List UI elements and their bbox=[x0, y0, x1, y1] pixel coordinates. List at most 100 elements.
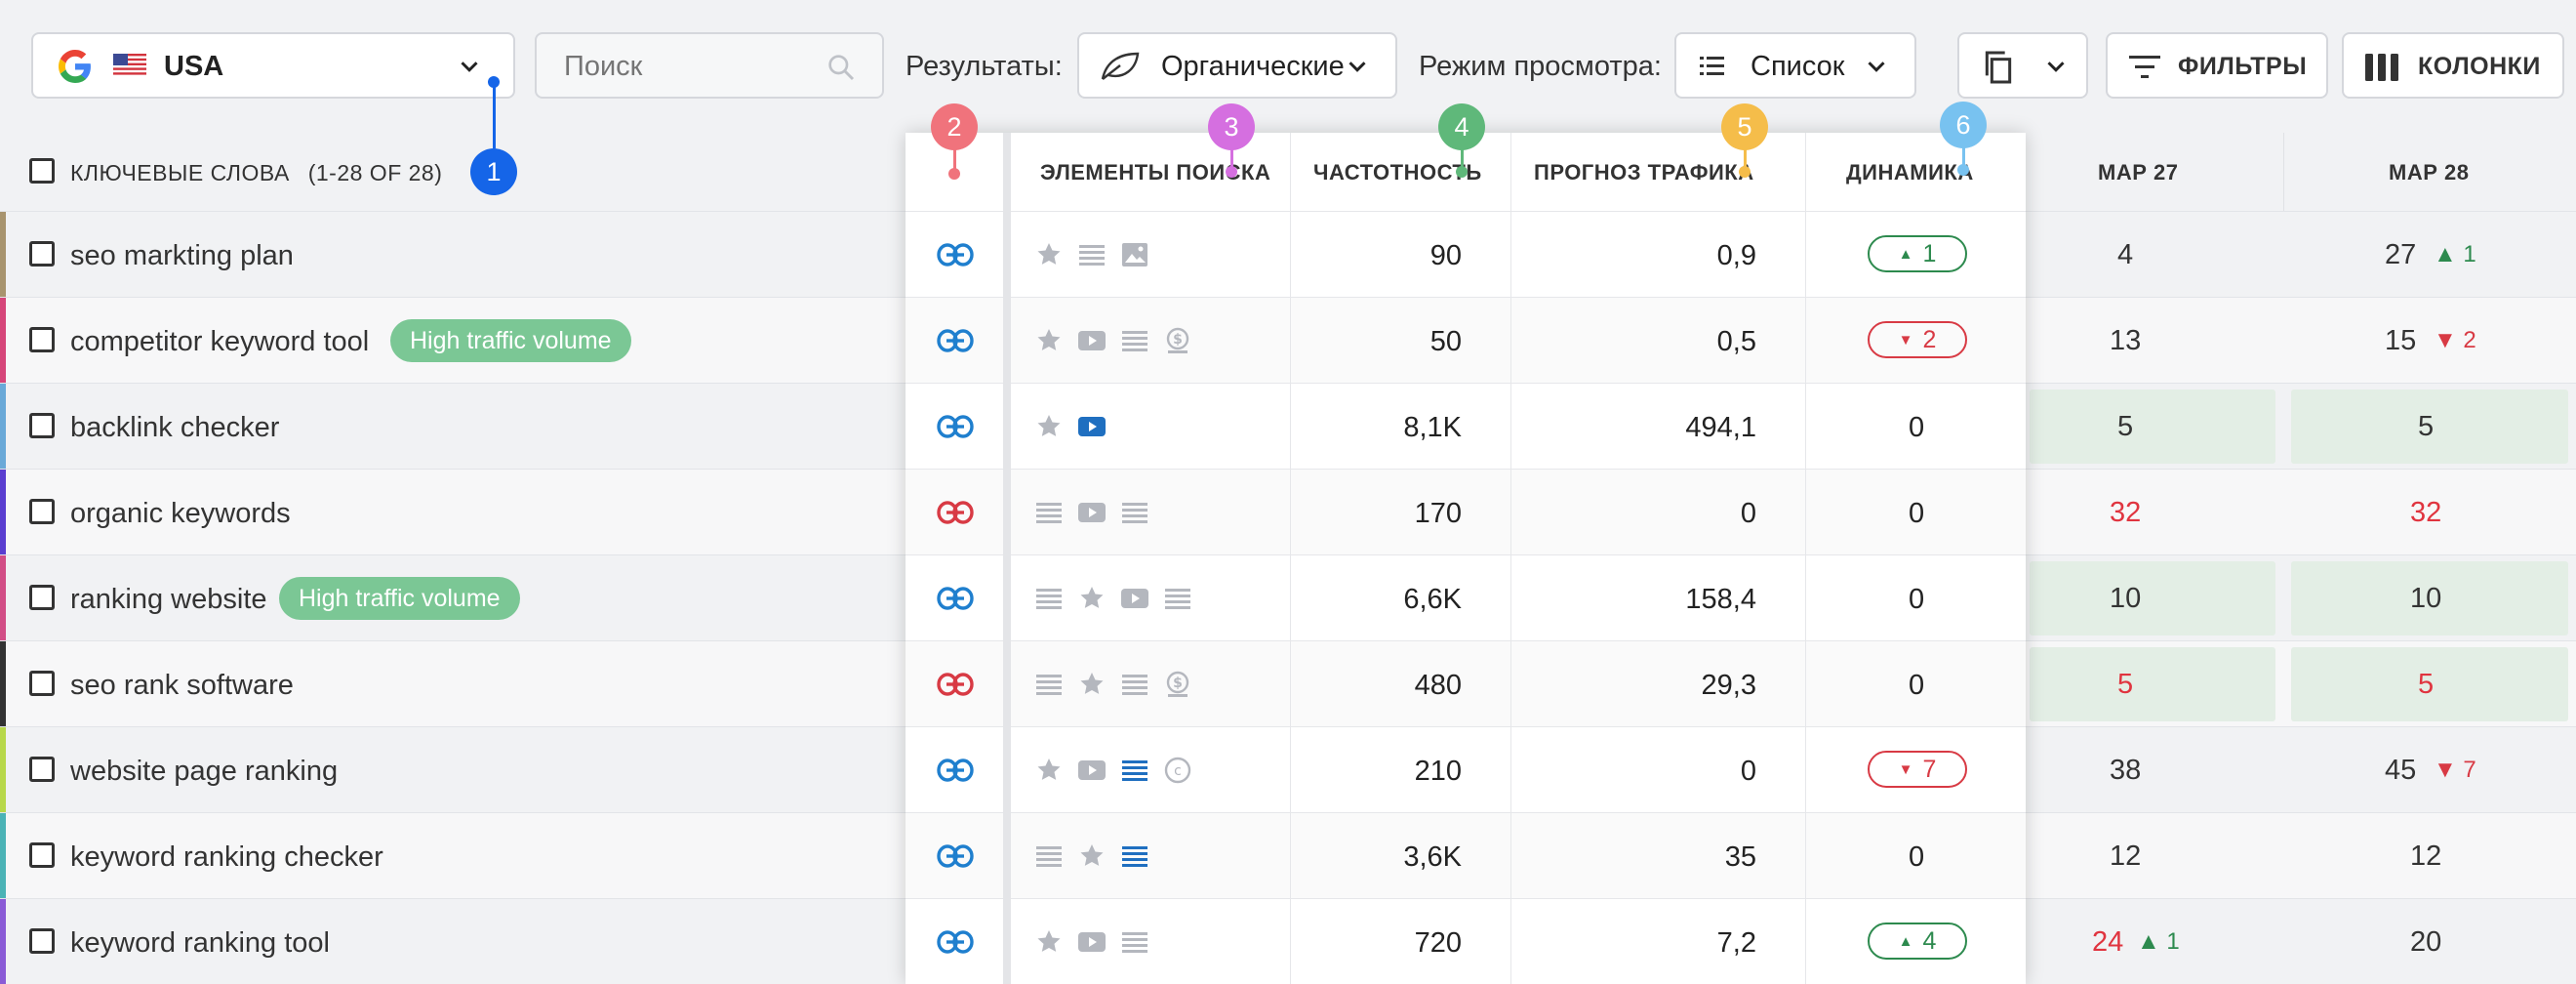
video-icon bbox=[1078, 932, 1106, 952]
link-icon[interactable] bbox=[937, 928, 974, 956]
traffic-forecast-value: 158,4 bbox=[1685, 584, 1756, 615]
list-icon bbox=[1700, 57, 1724, 75]
star-icon bbox=[1037, 415, 1061, 436]
traffic-forecast-value: 7,2 bbox=[1716, 927, 1756, 959]
row-color-bar bbox=[0, 555, 6, 641]
keyword-text[interactable]: keyword ranking checker bbox=[70, 841, 383, 874]
date-header-mar28[interactable]: МАР 28 bbox=[2389, 160, 2469, 185]
columns-button[interactable]: КОЛОНКИ bbox=[2342, 32, 2564, 99]
row-checkbox[interactable] bbox=[29, 413, 55, 438]
dollar-icon: $ bbox=[1166, 671, 1189, 697]
position-mar27: 5 bbox=[2117, 669, 2134, 700]
keyword-text[interactable]: website page ranking bbox=[70, 756, 338, 788]
annotation-marker-3: 3 bbox=[1208, 103, 1255, 150]
row-checkbox[interactable] bbox=[29, 327, 55, 352]
chevron-down-icon bbox=[1348, 62, 1366, 72]
marker-dot bbox=[1739, 166, 1751, 178]
star-icon bbox=[1080, 587, 1104, 608]
keyword-text[interactable]: seo rank software bbox=[70, 670, 294, 702]
position-mar27: 13 bbox=[2110, 325, 2142, 356]
position-mar28: 5 bbox=[2418, 411, 2435, 442]
text-lines-icon bbox=[1036, 589, 1062, 609]
keyword-text[interactable]: keyword ranking tool bbox=[70, 927, 330, 960]
position-mar28: 32 bbox=[2410, 497, 2442, 528]
keywords-header[interactable]: КЛЮЧЕВЫЕ СЛОВА (1-28 OF 28) bbox=[70, 160, 442, 186]
position-mar27: 12 bbox=[2110, 840, 2142, 872]
date-header-mar27[interactable]: МАР 27 bbox=[2098, 160, 2178, 185]
text-lines-icon bbox=[1036, 846, 1062, 867]
high-traffic-badge: High traffic volume bbox=[390, 319, 631, 362]
copy-dropdown-button[interactable] bbox=[1957, 32, 2088, 99]
search-box[interactable] bbox=[535, 32, 884, 99]
keyword-text[interactable]: competitor keyword tool bbox=[70, 326, 369, 358]
arrow-down-icon: ▼ bbox=[1898, 331, 1913, 348]
text-lines-icon bbox=[1122, 503, 1147, 523]
dollar-icon: $ bbox=[1166, 327, 1189, 353]
star-icon bbox=[1037, 930, 1061, 952]
row-color-bar bbox=[0, 384, 6, 470]
country-select[interactable]: USA bbox=[31, 32, 515, 99]
toolbar: USA Результаты: Органические Режим просм… bbox=[0, 0, 2576, 133]
position-change-down: ▼ 7 bbox=[2434, 757, 2476, 783]
link-icon[interactable] bbox=[937, 757, 974, 784]
row-checkbox[interactable] bbox=[29, 585, 55, 610]
columns-label: КОЛОНКИ bbox=[2418, 53, 2541, 80]
select-all-checkbox[interactable] bbox=[29, 158, 55, 184]
panel-divider bbox=[1003, 133, 1011, 984]
dynamics-header[interactable]: ДИНАМИКА bbox=[1846, 160, 1974, 185]
row-checkbox[interactable] bbox=[29, 757, 55, 782]
link-icon[interactable] bbox=[937, 499, 974, 526]
link-icon[interactable] bbox=[937, 327, 974, 354]
link-icon[interactable] bbox=[937, 585, 974, 612]
annotation-marker-2: 2 bbox=[931, 103, 978, 150]
usa-flag-icon bbox=[113, 54, 146, 77]
dynamics-value: 0 bbox=[1909, 498, 1925, 529]
video-icon bbox=[1078, 417, 1106, 436]
metrics-row: 8,1K 494,1 0 bbox=[906, 383, 2026, 469]
keyword-text[interactable]: backlink checker bbox=[70, 412, 279, 444]
row-checkbox[interactable] bbox=[29, 241, 55, 266]
header-divider bbox=[2283, 133, 2284, 211]
arrow-down-icon: ▼ bbox=[1898, 760, 1913, 778]
position-mar27: 32 bbox=[2110, 497, 2142, 528]
link-icon[interactable] bbox=[937, 842, 974, 870]
view-mode-select[interactable]: Список bbox=[1674, 32, 1916, 99]
frequency-value: 210 bbox=[1414, 756, 1462, 787]
traffic-forecast-value: 35 bbox=[1724, 841, 1756, 873]
filters-button[interactable]: ФИЛЬТРЫ bbox=[2106, 32, 2328, 99]
link-icon[interactable] bbox=[937, 413, 974, 440]
row-color-bar bbox=[0, 298, 6, 384]
position-mar27: 4 bbox=[2117, 239, 2134, 270]
column-divider bbox=[1510, 133, 1511, 984]
country-value: USA bbox=[164, 51, 224, 82]
text-lines-icon bbox=[1122, 675, 1147, 695]
traffic-forecast-header[interactable]: ПРОГНОЗ ТРАФИКА bbox=[1534, 160, 1754, 185]
video-icon bbox=[1078, 503, 1106, 522]
text-lines-icon bbox=[1036, 675, 1062, 695]
search-icon bbox=[828, 55, 855, 81]
metrics-row: 170 0 0 bbox=[906, 469, 2026, 554]
results-select[interactable]: Органические bbox=[1077, 32, 1397, 99]
marker-dot bbox=[1226, 166, 1237, 178]
row-checkbox[interactable] bbox=[29, 499, 55, 524]
annotation-marker-1: 1 bbox=[470, 148, 517, 195]
frequency-value: 90 bbox=[1429, 240, 1462, 271]
traffic-forecast-value: 29,3 bbox=[1701, 670, 1756, 701]
row-color-bar bbox=[0, 727, 6, 813]
link-icon[interactable] bbox=[937, 671, 974, 698]
link-icon[interactable] bbox=[937, 241, 974, 268]
search-input[interactable] bbox=[564, 48, 827, 85]
metrics-row: $50 0,5 ▼ 2 bbox=[906, 297, 2026, 383]
star-icon bbox=[1037, 758, 1061, 780]
keyword-text[interactable]: seo markting plan bbox=[70, 240, 294, 272]
dynamics-pill: ▲ 1 bbox=[1868, 235, 1967, 272]
row-checkbox[interactable] bbox=[29, 671, 55, 696]
columns-icon bbox=[2365, 54, 2398, 81]
row-checkbox[interactable] bbox=[29, 842, 55, 868]
keyword-text[interactable]: organic keywords bbox=[70, 498, 291, 530]
traffic-forecast-value: 0 bbox=[1740, 756, 1756, 787]
keyword-text[interactable]: ranking website bbox=[70, 584, 267, 616]
metrics-row: 720 7,2 ▲ 4 bbox=[906, 898, 2026, 984]
row-checkbox[interactable] bbox=[29, 928, 55, 954]
position-change-up: ▲ 1 bbox=[2434, 241, 2476, 267]
